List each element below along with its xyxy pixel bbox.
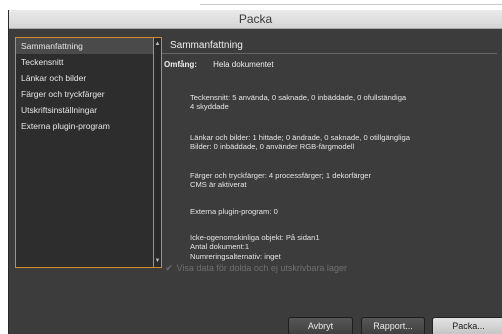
titlebar: Packa (9, 10, 502, 29)
links-line: Bilder: 0 inbäddade, 0 använder RGB-färg… (190, 142, 355, 152)
package-button[interactable]: Packa... (432, 317, 502, 334)
panel-title: Sammanfattning (162, 37, 497, 54)
colors-line: CMS är aktiverat (190, 180, 247, 190)
objects-line: Antal dokument:1 (190, 242, 250, 252)
report-button[interactable]: Rapport... (361, 317, 425, 334)
scope-label: Omfång: (164, 60, 197, 69)
sidebar-item-print-settings[interactable]: Utskriftsinställningar (16, 102, 153, 118)
section-list: Sammanfattning Teckensnitt Länkar och bi… (15, 37, 154, 268)
objects-summary: Icke-ogenomskinliga objekt: På sidan1 An… (190, 233, 490, 261)
plugins-summary: Externa plugin-program: 0 (190, 207, 490, 216)
objects-line: Icke-ogenomskinliga objekt: På sidan1 (190, 233, 320, 242)
top-strip (0, 0, 502, 10)
sidebar-item-colors-inks[interactable]: Färger och tryckfärger (16, 86, 153, 102)
sidebar-item-links-images[interactable]: Länkar och bilder (16, 70, 153, 86)
objects-line: Numreringsalternativ: inget (190, 251, 281, 261)
scroll-up-icon[interactable]: ▲ (154, 40, 161, 48)
plugins-line: Externa plugin-program: 0 (190, 207, 278, 216)
links-line: Länkar och bilder: 1 hittade; 0 ändrade,… (190, 133, 410, 142)
colors-line: Färger och tryckfärger: 4 processfärger;… (190, 171, 372, 180)
colors-summary: Färger och tryckfärger: 4 processfärger;… (190, 171, 490, 190)
checkmark-icon: ✔ (165, 263, 173, 273)
sidebar-scrollbar[interactable]: ▲ ▼ (154, 37, 162, 268)
top-divider (200, 4, 502, 5)
scroll-down-icon[interactable]: ▼ (154, 257, 161, 265)
sidebar-item-summary[interactable]: Sammanfattning (16, 38, 153, 54)
cancel-button[interactable]: Avbryt (288, 317, 353, 334)
sidebar-item-fonts[interactable]: Teckensnitt (16, 54, 153, 70)
fonts-line: Teckensnitt: 5 använda, 0 saknade, 0 inb… (190, 93, 407, 102)
sidebar-item-external-plugins[interactable]: Externa plugin-program (16, 118, 153, 134)
summary-panel: Sammanfattning Omfång: Hela dokumentet T… (162, 37, 497, 268)
package-dialog: Packa Sammanfattning Teckensnitt Länkar … (8, 10, 502, 334)
fonts-summary: Teckensnitt: 5 använda, 0 saknade, 0 inb… (190, 93, 490, 112)
window-title: Packa (238, 12, 273, 26)
show-hidden-layers-checkbox[interactable]: ✔ Visa data för dolda och ej utskrivbara… (164, 261, 347, 275)
fonts-line: 4 skyddade (190, 102, 229, 112)
links-summary: Länkar och bilder: 1 hittade; 0 ändrade,… (190, 133, 490, 152)
checkbox-label: Visa data för dolda och ej utskrivbara l… (176, 263, 347, 273)
scope-row: Omfång: Hela dokumentet (164, 60, 274, 69)
scope-value: Hela dokumentet (213, 60, 274, 69)
